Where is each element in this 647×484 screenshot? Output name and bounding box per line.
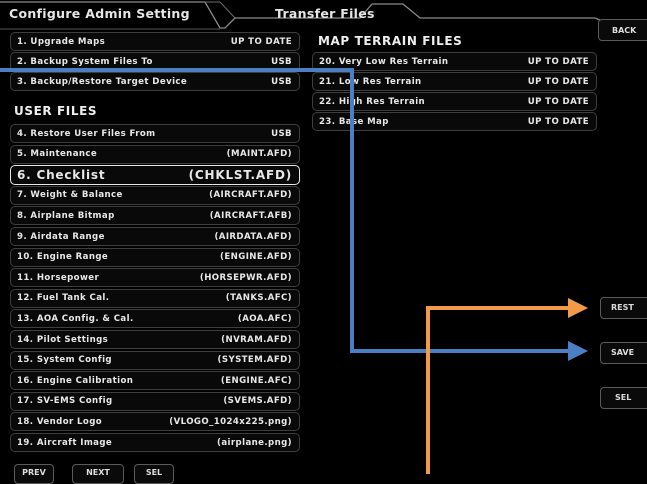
orange-arrow bbox=[426, 298, 588, 474]
annotation-arrows bbox=[0, 68, 588, 474]
